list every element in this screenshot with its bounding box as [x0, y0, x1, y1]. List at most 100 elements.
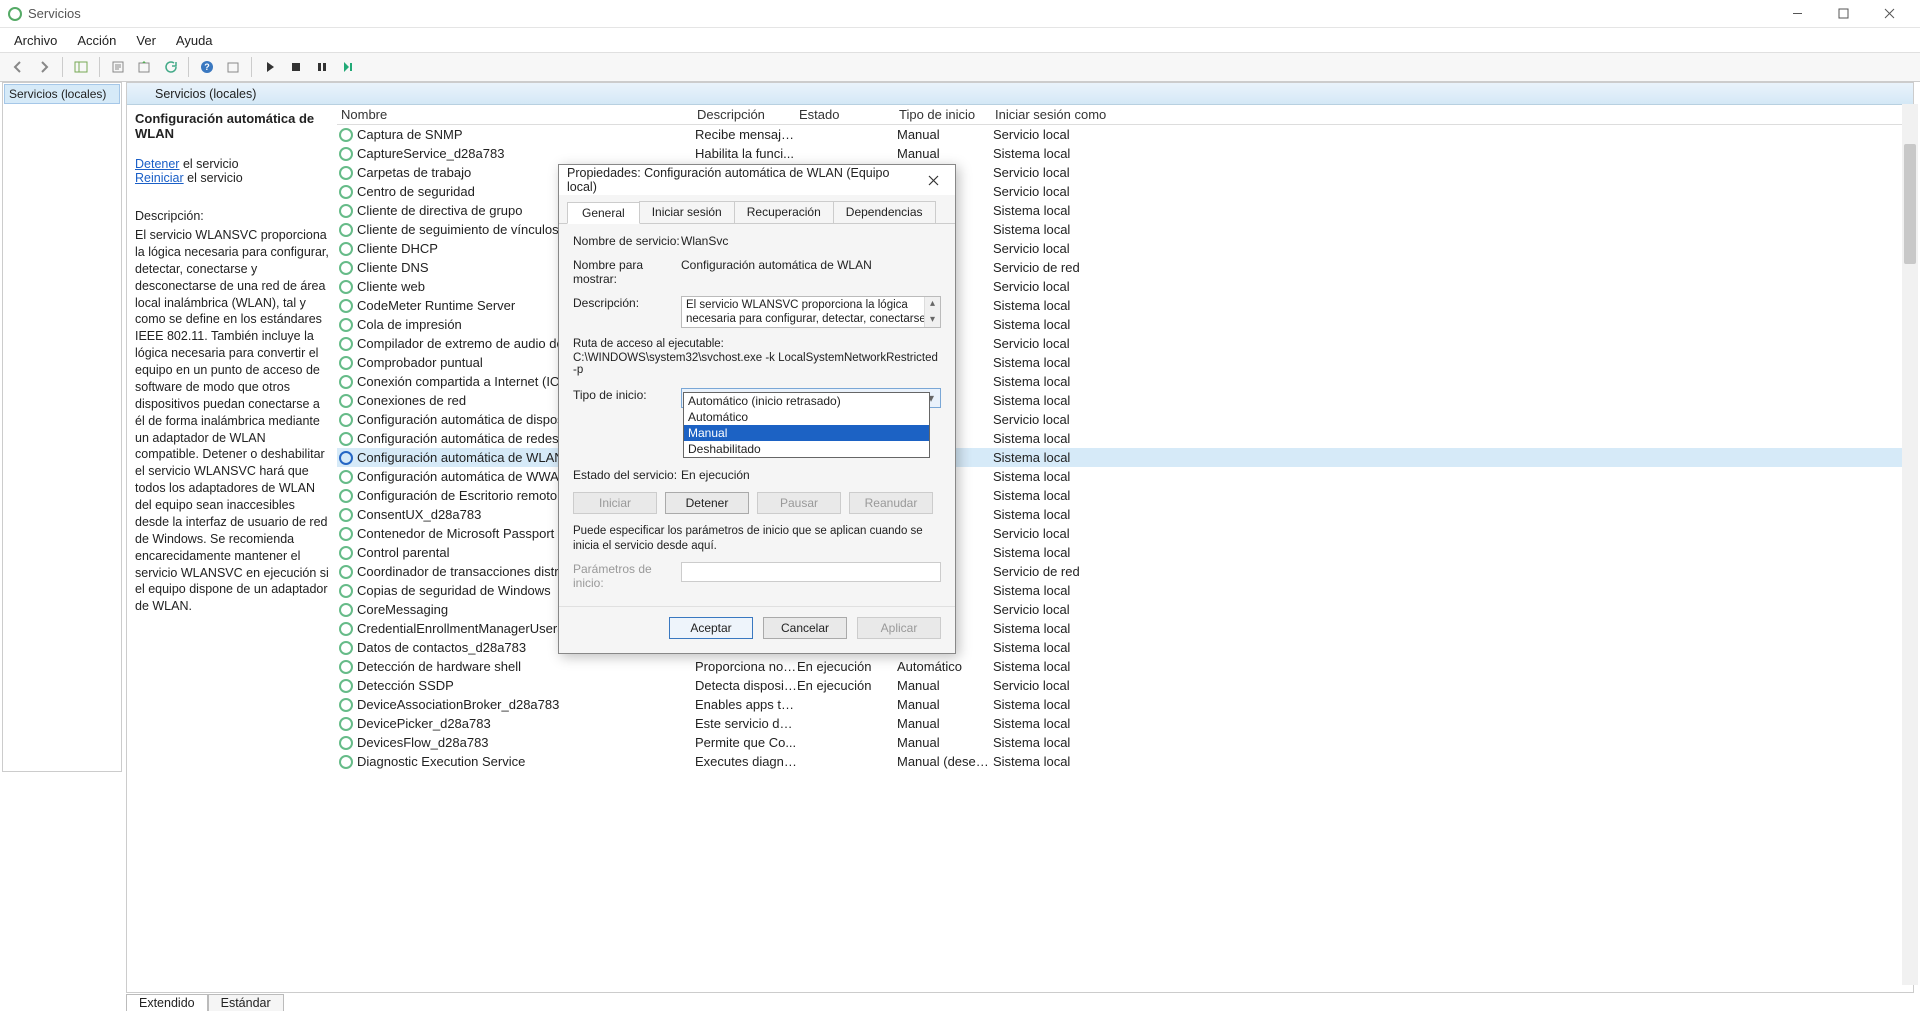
restart-link[interactable]: Reiniciar: [135, 171, 184, 185]
service-icon: [339, 717, 353, 731]
start-service-button[interactable]: [258, 55, 282, 79]
menu-ver[interactable]: Ver: [126, 31, 166, 50]
cell-name: CaptureService_d28a783: [357, 146, 695, 161]
service-icon: [339, 489, 353, 503]
view-tabs: Extendido Estándar: [126, 994, 284, 1011]
tab-extended[interactable]: Extendido: [126, 994, 208, 1011]
cancel-button[interactable]: Cancelar: [763, 617, 847, 639]
service-row[interactable]: CaptureService_d28a783Habilita la funci.…: [337, 144, 1913, 163]
dialog-tab-logon[interactable]: Iniciar sesión: [639, 201, 735, 223]
description-text: El servicio WLANSVC proporciona la lógic…: [135, 227, 329, 615]
col-header-name[interactable]: Nombre: [337, 107, 697, 122]
service-row[interactable]: Diagnostic Execution ServiceExecutes dia…: [337, 752, 1913, 771]
cell-logon: Servicio local: [993, 602, 1143, 617]
col-header-start[interactable]: Tipo de inicio: [899, 107, 995, 122]
service-row[interactable]: DevicePicker_d28a783Este servicio de ...…: [337, 714, 1913, 733]
pause-service-button[interactable]: [310, 55, 334, 79]
label-start-params: Parámetros de inicio:: [573, 562, 681, 590]
startup-option-auto[interactable]: Automático: [684, 409, 929, 425]
toolbar-separator: [62, 57, 63, 77]
cell-logon: Sistema local: [993, 317, 1143, 332]
description-textarea[interactable]: El servicio WLANSVC proporciona la lógic…: [681, 296, 941, 328]
cell-desc: Enables apps to...: [695, 697, 797, 712]
scrollbar-thumb[interactable]: [1904, 144, 1916, 264]
service-icon: [339, 299, 353, 313]
dialog-footer: Aceptar Cancelar Aplicar: [559, 606, 955, 653]
apply-button: Aplicar: [857, 617, 941, 639]
export-button[interactable]: [132, 55, 156, 79]
service-icon: [339, 660, 353, 674]
ok-button[interactable]: Aceptar: [669, 617, 753, 639]
startup-option-manual[interactable]: Manual: [684, 425, 929, 441]
service-row[interactable]: DevicesFlow_d28a783Permite que Co...Manu…: [337, 733, 1913, 752]
stop-button[interactable]: Detener: [665, 492, 749, 514]
help-button[interactable]: ?: [195, 55, 219, 79]
dialog-title: Propiedades: Configuración automática de…: [567, 166, 919, 194]
cell-name: Captura de SNMP: [357, 127, 695, 142]
scroll-down-icon[interactable]: ▾: [925, 313, 940, 327]
description-scrollbar[interactable]: ▴ ▾: [924, 297, 940, 327]
action-button[interactable]: [221, 55, 245, 79]
menu-ayuda[interactable]: Ayuda: [166, 31, 223, 50]
service-row[interactable]: Captura de SNMPRecibe mensaje...ManualSe…: [337, 125, 1913, 144]
cell-desc: Habilita la funci...: [695, 146, 797, 161]
show-hide-tree-button[interactable]: [69, 55, 93, 79]
cell-desc: Permite que Co...: [695, 735, 797, 750]
cell-logon: Servicio de red: [993, 260, 1143, 275]
service-row[interactable]: Detección SSDPDetecta disposit...En ejec…: [337, 676, 1913, 695]
stop-link[interactable]: Detener: [135, 157, 179, 171]
dialog-close-button[interactable]: [919, 169, 947, 191]
window-titlebar: Servicios: [0, 0, 1920, 28]
startup-option-delayed[interactable]: Automático (inicio retrasado): [684, 393, 929, 409]
scroll-up-icon[interactable]: ▴: [925, 297, 940, 311]
cell-logon: Sistema local: [993, 469, 1143, 484]
menu-accion[interactable]: Acción: [67, 31, 126, 50]
service-row[interactable]: Detección de hardware shellProporciona n…: [337, 657, 1913, 676]
cell-start: Manual: [897, 735, 993, 750]
stop-service-button[interactable]: [284, 55, 308, 79]
col-header-state[interactable]: Estado: [799, 107, 899, 122]
dialog-tab-recovery[interactable]: Recuperación: [734, 201, 834, 223]
cell-logon: Sistema local: [993, 507, 1143, 522]
properties-button[interactable]: [106, 55, 130, 79]
tab-standard[interactable]: Estándar: [208, 994, 284, 1011]
service-icon: [339, 470, 353, 484]
start-button: Iniciar: [573, 492, 657, 514]
service-row[interactable]: DeviceAssociationBroker_d28a783Enables a…: [337, 695, 1913, 714]
cell-logon: Sistema local: [993, 545, 1143, 560]
dialog-tab-dependencies[interactable]: Dependencias: [833, 201, 936, 223]
col-header-logon[interactable]: Iniciar sesión como: [995, 107, 1145, 122]
dialog-titlebar[interactable]: Propiedades: Configuración automática de…: [559, 165, 955, 195]
service-icon: [339, 147, 353, 161]
description-label: Descripción:: [135, 209, 329, 223]
maximize-button[interactable]: [1820, 0, 1866, 28]
service-icon: [339, 280, 353, 294]
close-button[interactable]: [1866, 0, 1912, 28]
label-startup-type: Tipo de inicio:: [573, 388, 681, 402]
selected-service-name: Configuración automática de WLAN: [135, 111, 329, 141]
main-panel: Servicios (locales) Configuración automá…: [126, 82, 1914, 993]
cell-name: Diagnostic Execution Service: [357, 754, 695, 769]
toolbar: ?: [0, 52, 1920, 82]
cell-name: DevicePicker_d28a783: [357, 716, 695, 731]
startup-option-disabled[interactable]: Deshabilitado: [684, 441, 929, 457]
refresh-button[interactable]: [158, 55, 182, 79]
cell-state: En ejecución: [797, 659, 897, 674]
minimize-button[interactable]: [1774, 0, 1820, 28]
cell-name: DeviceAssociationBroker_d28a783: [357, 697, 695, 712]
nav-back-button[interactable]: [6, 55, 30, 79]
cell-logon: Servicio local: [993, 241, 1143, 256]
service-icon: [339, 584, 353, 598]
dialog-tab-general[interactable]: General: [567, 202, 640, 224]
menu-archivo[interactable]: Archivo: [4, 31, 67, 50]
col-header-desc[interactable]: Descripción: [697, 107, 799, 122]
cell-logon: Sistema local: [993, 735, 1143, 750]
restart-service-button[interactable]: [336, 55, 360, 79]
label-service-name: Nombre de servicio:: [573, 234, 681, 248]
nav-forward-button[interactable]: [32, 55, 56, 79]
list-scrollbar[interactable]: [1902, 104, 1918, 985]
startup-type-dropdown[interactable]: Automático (inicio retrasado) Automático…: [683, 392, 930, 458]
cell-logon: Sistema local: [993, 659, 1143, 674]
service-icon: [339, 242, 353, 256]
tree-node-services-local[interactable]: Servicios (locales): [4, 84, 120, 104]
